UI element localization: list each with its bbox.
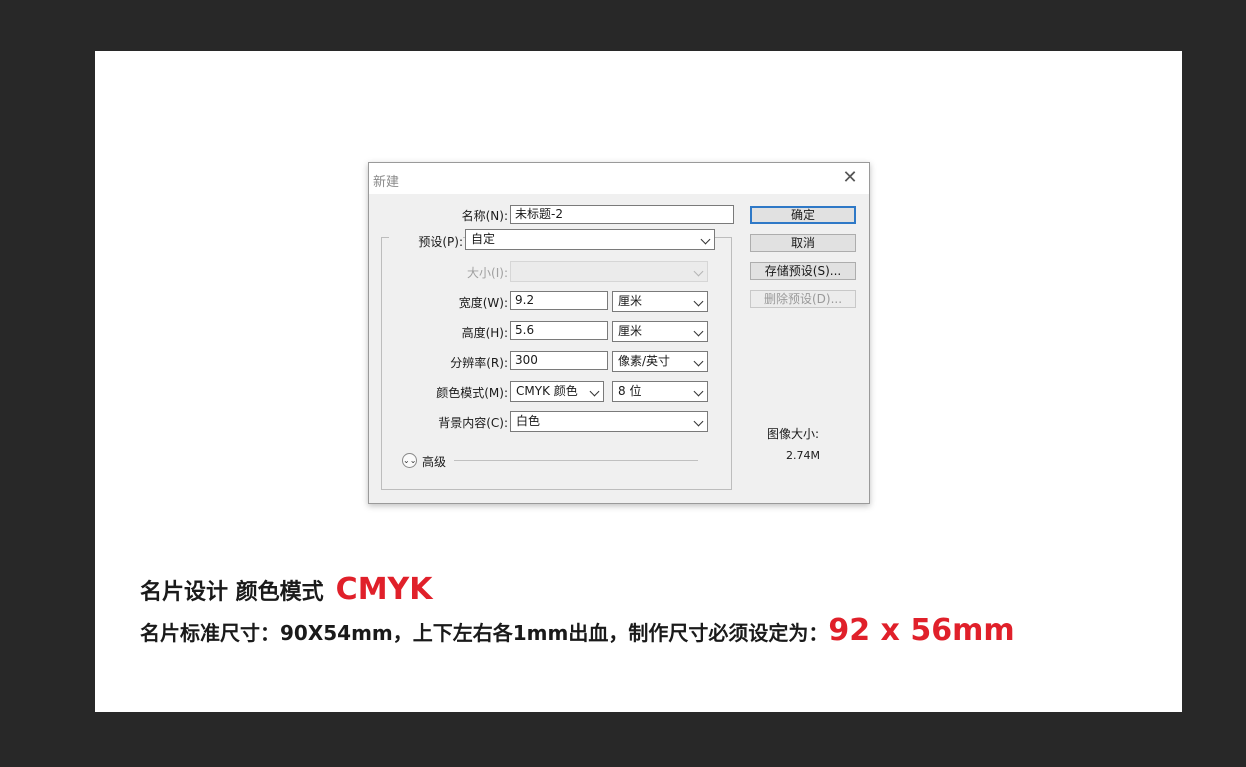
width-input[interactable]: 9.2 — [510, 291, 608, 310]
color-mode-value: CMYK 颜色 — [516, 384, 578, 398]
save-preset-button[interactable]: 存储预设(S)... — [750, 262, 856, 280]
chevron-down-icon — [700, 234, 711, 245]
close-icon[interactable]: ✕ — [839, 167, 861, 189]
resolution-input[interactable]: 300 — [510, 351, 608, 370]
name-label: 名称(N): — [461, 209, 508, 223]
delete-preset-button[interactable]: 删除预设(D)... — [750, 290, 856, 308]
background-select[interactable]: 白色 — [510, 411, 708, 432]
background-label: 背景内容(C): — [438, 416, 508, 430]
chevron-down-icon — [693, 386, 704, 397]
height-unit-select[interactable]: 厘米 — [612, 321, 708, 342]
caption-line-1: 名片设计 颜色模式 CMYK — [140, 572, 433, 607]
cancel-button[interactable]: 取消 — [750, 234, 856, 252]
new-document-dialog: 新建 ✕ 名称(N): 未标题-2 预设(P): 自定 大小(I): 宽度(W)… — [368, 162, 870, 504]
caption-line-2: 名片标准尺寸：90X54mm，上下左右各1mm出血，制作尺寸必须设定为：92 x… — [140, 613, 1015, 648]
size-select[interactable] — [510, 261, 708, 282]
background-value: 白色 — [516, 414, 541, 428]
double-chevron-down-icon[interactable]: ⌄⌄ — [402, 453, 417, 468]
chevron-down-icon — [693, 416, 704, 427]
width-label: 宽度(W): — [458, 296, 508, 310]
ok-button[interactable]: 确定 — [750, 206, 856, 224]
resolution-unit-value: 像素/英寸 — [618, 354, 671, 368]
caption-1-text: 名片设计 颜色模式 — [140, 580, 324, 605]
width-unit-select[interactable]: 厘米 — [612, 291, 708, 312]
bit-depth-value: 8 位 — [618, 384, 642, 398]
color-mode-label: 颜色模式(M): — [436, 386, 508, 400]
advanced-label[interactable]: 高级 — [422, 453, 446, 470]
caption-2-text: 名片标准尺寸：90X54mm，上下左右各1mm出血，制作尺寸必须设定为： — [140, 621, 829, 645]
image-size-label: 图像大小: — [767, 427, 820, 441]
chevron-down-icon — [693, 296, 704, 307]
dialog-title: 新建 — [373, 175, 400, 190]
chevron-down-icon — [693, 356, 704, 367]
size-label: 大小(I): — [467, 266, 508, 280]
width-unit-value: 厘米 — [618, 294, 643, 308]
preset-select[interactable]: 自定 — [465, 229, 715, 250]
advanced-divider — [454, 460, 698, 461]
dialog-titlebar: 新建 ✕ — [369, 163, 869, 194]
bit-depth-select[interactable]: 8 位 — [612, 381, 708, 402]
chevron-down-icon — [589, 386, 600, 397]
color-mode-select[interactable]: CMYK 颜色 — [510, 381, 604, 402]
resolution-label: 分辨率(R): — [450, 356, 508, 370]
preset-value: 自定 — [471, 232, 496, 246]
name-input[interactable]: 未标题-2 — [510, 205, 734, 224]
height-label: 高度(H): — [461, 326, 508, 340]
caption-2-highlight: 92 x 56mm — [828, 613, 1015, 648]
chevron-down-icon — [693, 326, 704, 337]
chevron-down-icon — [693, 266, 704, 277]
caption-1-highlight: CMYK — [335, 572, 433, 607]
image-size-value: 2.74M — [786, 449, 820, 462]
height-input[interactable]: 5.6 — [510, 321, 608, 340]
preset-label: 预设(P): — [389, 233, 463, 250]
resolution-unit-select[interactable]: 像素/英寸 — [612, 351, 708, 372]
height-unit-value: 厘米 — [618, 324, 643, 338]
